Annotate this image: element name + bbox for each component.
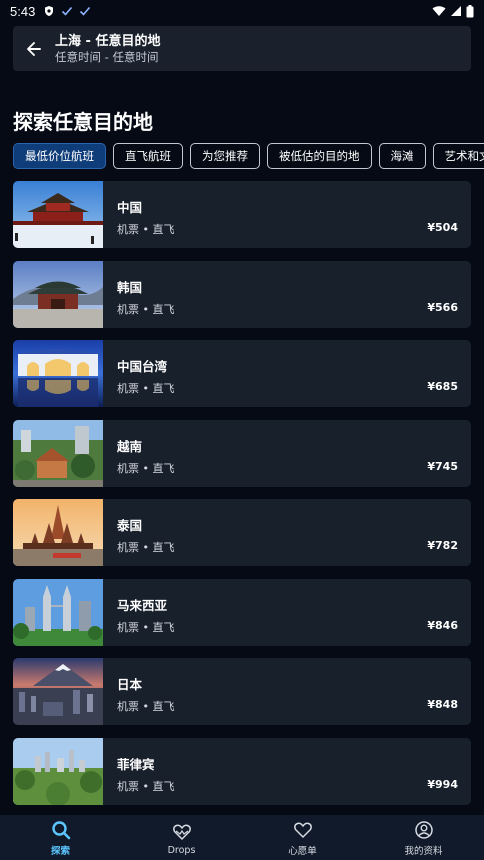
profile-icon (414, 821, 433, 839)
chip-beach[interactable]: 海滩 (378, 143, 426, 169)
search-summary-bar[interactable]: 上海 - 任意目的地 任意时间 - 任意时间 (13, 26, 471, 71)
destination-card-japan[interactable]: 日本 机票 • 直飞 ¥848 (13, 658, 471, 725)
wifi-icon (432, 6, 446, 16)
destination-photo (13, 181, 103, 248)
search-dates: 任意时间 - 任意时间 (55, 49, 159, 64)
destination-price: ¥745 (427, 459, 458, 473)
filter-chip-row: 最低价位航班直飞航班为您推荐被低估的目的地海滩艺术和文化 (13, 143, 484, 169)
destination-card-philippines[interactable]: 菲律宾 机票 • 直飞 ¥994 (13, 737, 471, 805)
nav-label: 探索 (50, 846, 70, 857)
destination-name: 泰国 (117, 518, 143, 533)
destination-price: ¥504 (427, 221, 458, 234)
destination-name: 日本 (117, 677, 143, 692)
destination-name: 中国 (117, 200, 143, 215)
destination-photo (13, 499, 103, 566)
page-title: 探索任意目的地 (13, 110, 153, 134)
destination-photo (13, 737, 103, 805)
chip-underrated[interactable]: 被低估的目的地 (267, 143, 372, 169)
destination-card-korea[interactable]: 韩国 机票 • 直飞 ¥566 (13, 260, 471, 328)
destination-price: ¥566 (427, 300, 458, 314)
arrow-left-icon (27, 41, 41, 56)
search-icon (51, 821, 70, 840)
destination-card-malaysia[interactable]: 马来西亚 机票 • 直飞 ¥846 (13, 578, 471, 646)
status-bar: 5:43 (0, 0, 484, 22)
heart-icon (293, 822, 312, 839)
nav-label: Drops (167, 844, 196, 856)
destination-price: ¥782 (427, 539, 458, 552)
back-button[interactable] (13, 26, 55, 71)
shield-notification-icon (45, 6, 54, 16)
destination-meta: 机票 • 直飞 (117, 541, 175, 554)
check-notification-icon (80, 6, 91, 16)
destination-card-china[interactable]: 中国 机票 • 直飞 ¥504 (13, 181, 471, 248)
status-time: 5:43 (10, 3, 36, 19)
destination-list: 中国 机票 • 直飞 ¥504 韩国 机票 • 直飞 ¥566 中国台湾 机票 … (13, 181, 471, 817)
destination-meta: 机票 • 直飞 (117, 302, 175, 316)
destination-meta: 机票 • 直飞 (117, 223, 175, 236)
destination-price: ¥685 (427, 380, 458, 393)
destination-name: 中国台湾 (117, 359, 168, 374)
destination-name: 韩国 (117, 279, 143, 295)
nav-wishlist[interactable]: 心愿单 (242, 815, 363, 860)
destination-photo (13, 419, 103, 487)
destination-card-thailand[interactable]: 泰国 机票 • 直飞 ¥782 (13, 499, 471, 566)
chip-cheapest-flights[interactable]: 最低价位航班 (13, 143, 106, 169)
destination-price: ¥848 (427, 698, 458, 711)
destination-price: ¥846 (427, 618, 458, 632)
chip-art-culture[interactable]: 艺术和文化 (432, 143, 484, 169)
nav-label: 我的资料 (404, 846, 443, 857)
nav-profile[interactable]: 我的资料 (363, 815, 484, 860)
destination-meta: 机票 • 直飞 (117, 700, 175, 713)
destination-meta: 机票 • 直飞 (117, 461, 175, 475)
destination-photo (13, 658, 103, 725)
destination-name: 菲律宾 (117, 756, 155, 772)
destination-photo (13, 340, 103, 407)
bottom-navigation: 探索 Drops 心愿单 我的资料 (0, 815, 484, 860)
nav-label: 心愿单 (288, 846, 317, 857)
destination-card-vietnam[interactable]: 越南 机票 • 直飞 ¥745 (13, 419, 471, 487)
search-route-title: 上海 - 任意目的地 (55, 33, 161, 49)
signal-icon (451, 6, 461, 16)
chip-recommended[interactable]: 为您推荐 (190, 143, 260, 169)
destination-name: 越南 (117, 438, 143, 454)
drops-heart-icon (172, 824, 191, 840)
destination-name: 马来西亚 (117, 597, 168, 613)
destination-price: ¥994 (427, 777, 458, 791)
nav-drops[interactable]: Drops (121, 815, 242, 860)
destination-photo (13, 578, 103, 646)
destination-meta: 机票 • 直飞 (117, 382, 175, 395)
destination-card-taiwan[interactable]: 中国台湾 机票 • 直飞 ¥685 (13, 340, 471, 407)
destination-meta: 机票 • 直飞 (117, 620, 175, 634)
chip-direct-flights[interactable]: 直飞航班 (113, 143, 183, 169)
destination-meta: 机票 • 直飞 (117, 779, 175, 793)
check-notification-icon (62, 6, 73, 16)
battery-icon (466, 4, 474, 17)
destination-photo (13, 260, 103, 328)
nav-explore[interactable]: 探索 (0, 815, 121, 860)
